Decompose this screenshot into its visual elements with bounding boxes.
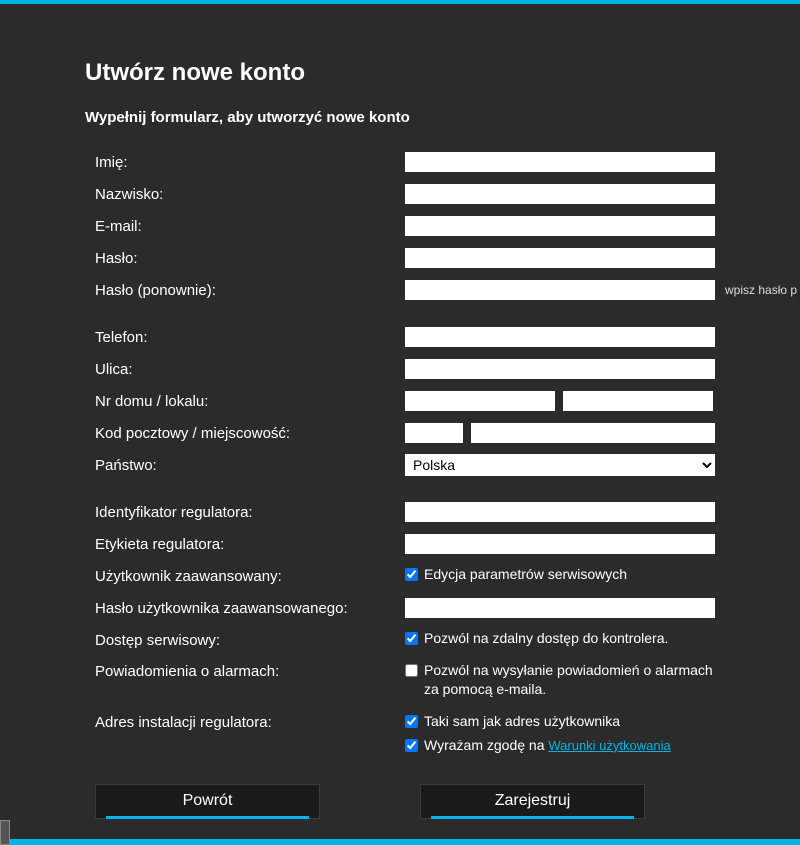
edit-service-params-checkbox[interactable]	[405, 568, 418, 581]
firstname-input[interactable]	[405, 152, 715, 172]
label-regulator-id: Identyfikator regulatora:	[85, 504, 405, 521]
label-house: Nr domu / lokalu:	[85, 393, 405, 410]
label-advanced-user: Użytkownik zaawansowany:	[85, 568, 405, 585]
label-country: Państwo:	[85, 457, 405, 474]
advanced-password-input[interactable]	[405, 598, 715, 618]
house-number-input[interactable]	[405, 391, 555, 411]
label-password-repeat: Hasło (ponownie):	[85, 282, 405, 299]
section-account: Imię: Nazwisko: E-mail: Hasło: Hasło (po…	[85, 151, 800, 301]
same-address-checkbox[interactable]	[405, 715, 418, 728]
edit-service-params-label: Edycja parametrów serwisowych	[424, 565, 627, 583]
label-regulator-label: Etykieta regulatora:	[85, 536, 405, 553]
back-button[interactable]: Powrót	[95, 784, 320, 819]
side-tab	[0, 820, 10, 845]
terms-label: Wyrażam zgodę na Warunki użytkowania	[424, 736, 671, 755]
label-advanced-password: Hasło użytkownika zaawansowanego:	[85, 600, 405, 617]
label-phone: Telefon:	[85, 329, 405, 346]
label-lastname: Nazwisko:	[85, 186, 405, 203]
label-street: Ulica:	[85, 361, 405, 378]
label-service-access: Dostęp serwisowy:	[85, 632, 405, 649]
regulator-label-input[interactable]	[405, 534, 715, 554]
label-password: Hasło:	[85, 250, 405, 267]
remote-access-checkbox[interactable]	[405, 632, 418, 645]
email-alarms-checkbox[interactable]	[405, 664, 418, 677]
page-title: Utwórz nowe konto	[85, 59, 800, 87]
country-select[interactable]: Polska	[405, 454, 715, 476]
same-address-label: Taki sam jak adres użytkownika	[424, 712, 620, 730]
label-regulator-address: Adres instalacji regulatora:	[85, 712, 405, 731]
register-button[interactable]: Zarejestruj	[420, 784, 645, 819]
label-alarm-notifications: Powiadomienia o alarmach:	[85, 661, 405, 680]
buttons-row: Powrót Zarejestruj	[85, 784, 800, 819]
label-zip-city: Kod pocztowy / miejscowość:	[85, 425, 405, 442]
regulator-id-input[interactable]	[405, 502, 715, 522]
terms-link[interactable]: Warunki użytkowania	[548, 738, 670, 753]
password-repeat-hint: wpisz hasło p	[725, 283, 797, 297]
page-subtitle: Wypełnij formularz, aby utworzyć nowe ko…	[85, 109, 800, 126]
form-container: Utwórz nowe konto Wypełnij formularz, ab…	[0, 4, 800, 819]
phone-input[interactable]	[405, 327, 715, 347]
section-regulator: Identyfikator regulatora: Etykieta regul…	[85, 501, 800, 759]
zip-input[interactable]	[405, 423, 463, 443]
street-input[interactable]	[405, 359, 715, 379]
label-firstname: Imię:	[85, 154, 405, 171]
city-input[interactable]	[471, 423, 715, 443]
remote-access-label: Pozwól na zdalny dostęp do kontrolera.	[424, 629, 668, 647]
password-input[interactable]	[405, 248, 715, 268]
password-repeat-input[interactable]	[405, 280, 715, 300]
email-alarms-label: Pozwól na wysyłanie powiadomień o alarma…	[424, 661, 715, 697]
label-email: E-mail:	[85, 218, 405, 235]
terms-checkbox[interactable]	[405, 739, 418, 752]
email-input[interactable]	[405, 216, 715, 236]
section-address: Telefon: Ulica: Nr domu / lokalu: Kod po…	[85, 326, 800, 476]
lastname-input[interactable]	[405, 184, 715, 204]
apartment-number-input[interactable]	[563, 391, 713, 411]
